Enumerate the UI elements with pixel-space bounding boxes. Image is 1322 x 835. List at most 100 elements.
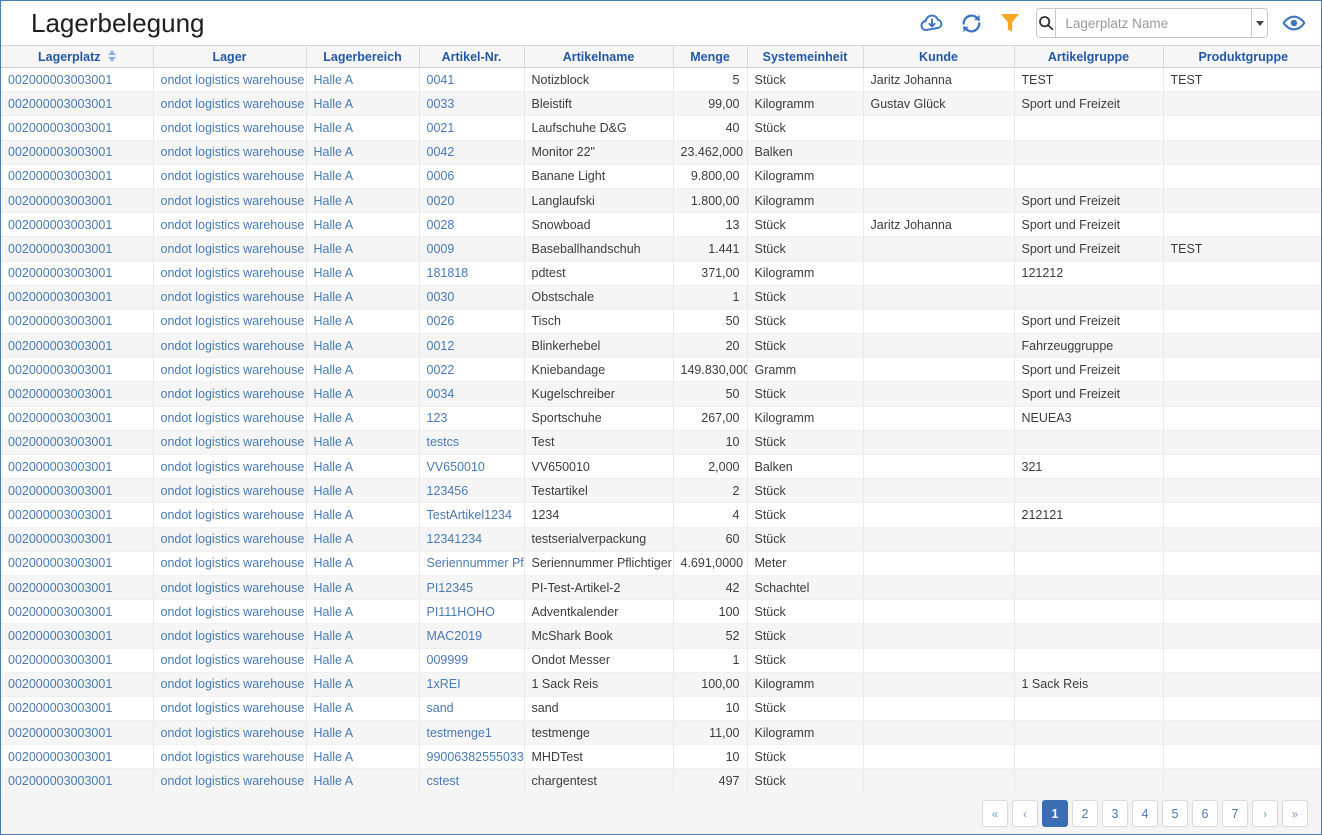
cell-lagerplatz[interactable]: 002000003003001 xyxy=(1,213,153,237)
column-visibility-button[interactable] xyxy=(1281,10,1307,36)
column-header-artikelnr[interactable]: Artikel-Nr. xyxy=(419,46,524,68)
cell-artikelnr[interactable]: PI12345 xyxy=(419,575,524,599)
cell-lager[interactable]: ondot logistics warehouse xyxy=(153,358,306,382)
pagination-next[interactable]: › xyxy=(1252,800,1278,827)
column-header-artikelname[interactable]: Artikelname xyxy=(524,46,673,68)
cell-lagerplatz[interactable]: 002000003003001 xyxy=(1,309,153,333)
cell-lagerbereich[interactable]: Halle A xyxy=(306,503,419,527)
cell-lagerplatz[interactable]: 002000003003001 xyxy=(1,164,153,188)
cell-artikelnr[interactable]: 0022 xyxy=(419,358,524,382)
cell-artikelnr[interactable]: 12341234 xyxy=(419,527,524,551)
cell-artikelnr[interactable]: 0034 xyxy=(419,382,524,406)
cell-lager[interactable]: ondot logistics warehouse xyxy=(153,68,306,92)
cell-artikelnr[interactable]: 0020 xyxy=(419,188,524,212)
cell-lagerbereich[interactable]: Halle A xyxy=(306,261,419,285)
cell-artikelnr[interactable]: 181818 xyxy=(419,261,524,285)
table-row[interactable]: 002000003003001ondot logistics warehouse… xyxy=(1,551,1322,575)
pagination-page-4[interactable]: 4 xyxy=(1132,800,1158,827)
cell-lagerbereich[interactable]: Halle A xyxy=(306,406,419,430)
cell-lagerbereich[interactable]: Halle A xyxy=(306,382,419,406)
pagination-page-2[interactable]: 2 xyxy=(1072,800,1098,827)
cell-lagerplatz[interactable]: 002000003003001 xyxy=(1,237,153,261)
cell-lagerplatz[interactable]: 002000003003001 xyxy=(1,358,153,382)
cell-lager[interactable]: ondot logistics warehouse xyxy=(153,672,306,696)
pagination-page-1[interactable]: 1 xyxy=(1042,800,1068,827)
cell-artikelnr[interactable]: 0021 xyxy=(419,116,524,140)
table-row[interactable]: 002000003003001ondot logistics warehouse… xyxy=(1,575,1322,599)
table-row[interactable]: 002000003003001ondot logistics warehouse… xyxy=(1,527,1322,551)
cell-lager[interactable]: ondot logistics warehouse xyxy=(153,116,306,140)
column-header-lagerbereich[interactable]: Lagerbereich xyxy=(306,46,419,68)
table-row[interactable]: 002000003003001ondot logistics warehouse… xyxy=(1,164,1322,188)
cell-artikelnr[interactable]: 0028 xyxy=(419,213,524,237)
cell-lager[interactable]: ondot logistics warehouse xyxy=(153,164,306,188)
cell-lagerplatz[interactable]: 002000003003001 xyxy=(1,430,153,454)
table-row[interactable]: 002000003003001ondot logistics warehouse… xyxy=(1,309,1322,333)
cell-artikelnr[interactable]: 0026 xyxy=(419,309,524,333)
cell-artikelnr[interactable]: testcs xyxy=(419,430,524,454)
table-row[interactable]: 002000003003001ondot logistics warehouse… xyxy=(1,624,1322,648)
cell-lagerplatz[interactable]: 002000003003001 xyxy=(1,285,153,309)
cell-lager[interactable]: ondot logistics warehouse xyxy=(153,721,306,745)
cell-lager[interactable]: ondot logistics warehouse xyxy=(153,285,306,309)
cell-lager[interactable]: ondot logistics warehouse xyxy=(153,600,306,624)
pagination-page-7[interactable]: 7 xyxy=(1222,800,1248,827)
cell-lagerbereich[interactable]: Halle A xyxy=(306,745,419,769)
column-header-systemeinheit[interactable]: Systemeinheit xyxy=(747,46,863,68)
cell-lagerplatz[interactable]: 002000003003001 xyxy=(1,769,153,793)
table-row[interactable]: 002000003003001ondot logistics warehouse… xyxy=(1,261,1322,285)
cell-lagerbereich[interactable]: Halle A xyxy=(306,430,419,454)
download-button[interactable] xyxy=(919,10,945,36)
cell-lagerbereich[interactable]: Halle A xyxy=(306,769,419,793)
cell-lagerbereich[interactable]: Halle A xyxy=(306,164,419,188)
table-row[interactable]: 002000003003001ondot logistics warehouse… xyxy=(1,92,1322,116)
cell-lager[interactable]: ondot logistics warehouse xyxy=(153,745,306,769)
cell-lager[interactable]: ondot logistics warehouse xyxy=(153,551,306,575)
cell-lagerplatz[interactable]: 002000003003001 xyxy=(1,455,153,479)
cell-lagerplatz[interactable]: 002000003003001 xyxy=(1,575,153,599)
cell-lager[interactable]: ondot logistics warehouse xyxy=(153,479,306,503)
cell-artikelnr[interactable]: 009999 xyxy=(419,648,524,672)
table-row[interactable]: 002000003003001ondot logistics warehouse… xyxy=(1,430,1322,454)
cell-lagerbereich[interactable]: Halle A xyxy=(306,285,419,309)
cell-lager[interactable]: ondot logistics warehouse xyxy=(153,648,306,672)
cell-lagerplatz[interactable]: 002000003003001 xyxy=(1,406,153,430)
cell-lager[interactable]: ondot logistics warehouse xyxy=(153,188,306,212)
pagination-first[interactable]: « xyxy=(982,800,1008,827)
search-dropdown-button[interactable] xyxy=(1251,9,1267,37)
table-row[interactable]: 002000003003001ondot logistics warehouse… xyxy=(1,237,1322,261)
cell-lagerbereich[interactable]: Halle A xyxy=(306,696,419,720)
cell-lager[interactable]: ondot logistics warehouse xyxy=(153,575,306,599)
table-row[interactable]: 002000003003001ondot logistics warehouse… xyxy=(1,696,1322,720)
table-row[interactable]: 002000003003001ondot logistics warehouse… xyxy=(1,406,1322,430)
table-row[interactable]: 002000003003001ondot logistics warehouse… xyxy=(1,479,1322,503)
cell-lager[interactable]: ondot logistics warehouse xyxy=(153,455,306,479)
cell-lagerbereich[interactable]: Halle A xyxy=(306,624,419,648)
column-header-menge[interactable]: Menge xyxy=(673,46,747,68)
cell-lagerbereich[interactable]: Halle A xyxy=(306,116,419,140)
cell-lagerbereich[interactable]: Halle A xyxy=(306,600,419,624)
table-row[interactable]: 002000003003001ondot logistics warehouse… xyxy=(1,672,1322,696)
cell-artikelnr[interactable]: cstest xyxy=(419,769,524,793)
cell-lagerbereich[interactable]: Halle A xyxy=(306,455,419,479)
cell-lagerplatz[interactable]: 002000003003001 xyxy=(1,551,153,575)
cell-lagerbereich[interactable]: Halle A xyxy=(306,213,419,237)
cell-lager[interactable]: ondot logistics warehouse xyxy=(153,92,306,116)
cell-lagerbereich[interactable]: Halle A xyxy=(306,358,419,382)
pagination-page-3[interactable]: 3 xyxy=(1102,800,1128,827)
table-row[interactable]: 002000003003001ondot logistics warehouse… xyxy=(1,600,1322,624)
cell-lager[interactable]: ondot logistics warehouse xyxy=(153,261,306,285)
cell-artikelnr[interactable]: Seriennummer Pflic xyxy=(419,551,524,575)
cell-lager[interactable]: ondot logistics warehouse xyxy=(153,430,306,454)
cell-lagerplatz[interactable]: 002000003003001 xyxy=(1,479,153,503)
table-row[interactable]: 002000003003001ondot logistics warehouse… xyxy=(1,382,1322,406)
cell-lagerplatz[interactable]: 002000003003001 xyxy=(1,140,153,164)
cell-artikelnr[interactable]: 1xREI xyxy=(419,672,524,696)
table-row[interactable]: 002000003003001ondot logistics warehouse… xyxy=(1,213,1322,237)
pagination-last[interactable]: » xyxy=(1282,800,1308,827)
cell-artikelnr[interactable]: 99006382555033 xyxy=(419,745,524,769)
cell-lager[interactable]: ondot logistics warehouse xyxy=(153,382,306,406)
pagination-prev[interactable]: ‹ xyxy=(1012,800,1038,827)
table-row[interactable]: 002000003003001ondot logistics warehouse… xyxy=(1,503,1322,527)
cell-lagerplatz[interactable]: 002000003003001 xyxy=(1,334,153,358)
